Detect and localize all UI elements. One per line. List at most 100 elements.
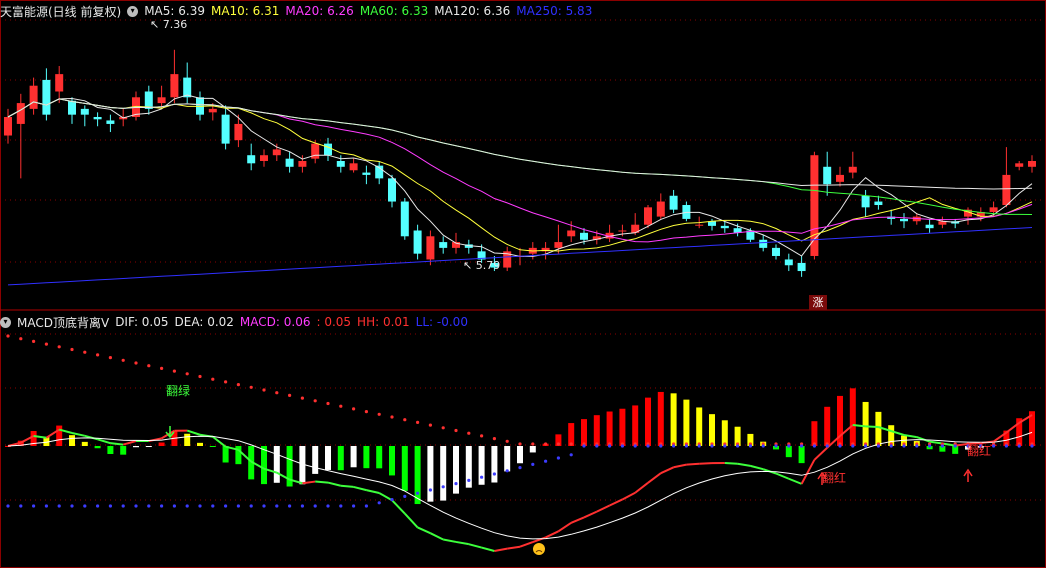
candle-body bbox=[618, 230, 627, 232]
macd-histogram-bar bbox=[94, 446, 101, 449]
ll-dot bbox=[1004, 444, 1009, 448]
ll-dot bbox=[953, 444, 957, 448]
ll-dot bbox=[800, 444, 804, 448]
candle-body bbox=[298, 161, 307, 167]
hh-dot bbox=[83, 350, 87, 354]
chart-canvas[interactable] bbox=[0, 0, 1046, 568]
macd-histogram-bar bbox=[158, 442, 165, 446]
candle-body bbox=[106, 120, 115, 124]
ll-dot bbox=[902, 444, 906, 448]
macd-histogram-bar bbox=[517, 446, 523, 464]
candle-body bbox=[221, 114, 230, 144]
ll-dot bbox=[441, 485, 445, 489]
dif-line-segment bbox=[404, 512, 419, 529]
ma120-line bbox=[7, 98, 1033, 190]
stock-title[interactable]: 天富能源(日线 前复权) bbox=[0, 3, 121, 20]
ma5-line bbox=[7, 94, 1033, 257]
ll-dot bbox=[339, 504, 343, 508]
dif-line-segment bbox=[686, 462, 700, 466]
legend-item: MA60: 6.33 bbox=[359, 4, 429, 18]
macd-histogram-bar bbox=[440, 446, 447, 501]
ll-dot bbox=[108, 504, 112, 508]
dif-line-segment bbox=[455, 540, 469, 546]
indicator-values: DIF: 0.05 DEA: 0.02 MACD: 0.06: 0.05 HH: 0.… bbox=[115, 315, 474, 329]
macd-histogram-bar bbox=[273, 446, 280, 483]
hh-dot bbox=[19, 337, 23, 341]
legend-item: MA10: 6.31 bbox=[210, 4, 280, 18]
candle-body bbox=[183, 77, 192, 98]
ll-dot bbox=[825, 444, 829, 448]
macd-histogram-bar bbox=[427, 446, 434, 502]
macd-histogram-bar bbox=[478, 446, 485, 485]
turn-red-label-2: 翻红 bbox=[967, 444, 992, 458]
hh-dot bbox=[518, 442, 522, 446]
candle-body bbox=[349, 163, 358, 171]
hh-dot bbox=[326, 401, 330, 406]
collapse-icon[interactable]: ▾ bbox=[127, 5, 139, 17]
macd-histogram-bar bbox=[798, 446, 805, 464]
candle-body bbox=[567, 230, 576, 237]
candle-body bbox=[272, 149, 281, 156]
dif-line-segment bbox=[660, 466, 675, 475]
hh-dot bbox=[300, 396, 304, 400]
macd-histogram-bar bbox=[785, 446, 792, 458]
macd-histogram-bar bbox=[619, 408, 626, 446]
ll-dot bbox=[940, 444, 945, 448]
hh-dot bbox=[467, 431, 471, 435]
legend-item: MACD: 0.06 bbox=[239, 315, 311, 329]
legend-item: MA250: 5.83 bbox=[516, 4, 593, 18]
candle-body bbox=[247, 155, 256, 164]
ll-dot bbox=[160, 504, 164, 508]
ll-dot bbox=[57, 504, 61, 508]
ll-dot bbox=[646, 444, 650, 448]
candle-body bbox=[669, 195, 678, 210]
rise-badge[interactable]: 涨 bbox=[809, 295, 827, 310]
ll-dot bbox=[928, 444, 932, 448]
ll-dot bbox=[518, 466, 522, 470]
ll-dot bbox=[723, 444, 727, 448]
ll-dot bbox=[889, 444, 893, 448]
candle-body bbox=[836, 174, 844, 182]
candle-body bbox=[720, 225, 729, 229]
macd-histogram-bar bbox=[56, 425, 63, 446]
macd-histogram-bar bbox=[133, 446, 139, 448]
candle-body bbox=[772, 247, 780, 256]
collapse-icon[interactable]: ▾ bbox=[0, 316, 11, 328]
macd-histogram-bar bbox=[862, 401, 869, 446]
indicator-title[interactable]: MACD顶底背离V bbox=[17, 314, 109, 331]
macd-histogram-bar bbox=[197, 442, 203, 446]
legend-item: DIF: 0.05 bbox=[115, 315, 169, 329]
candle-body bbox=[413, 230, 422, 254]
dif-line-segment bbox=[557, 521, 572, 533]
hh-dot bbox=[262, 388, 266, 392]
macd-histogram-bar bbox=[504, 446, 511, 472]
macd-histogram-bar bbox=[849, 388, 856, 446]
ll-dot bbox=[236, 504, 240, 508]
macd-histogram-bar bbox=[824, 406, 831, 446]
candle-body bbox=[42, 79, 51, 115]
dif-line-segment bbox=[800, 459, 816, 485]
ll-dot bbox=[172, 504, 176, 508]
macd-histogram-bar bbox=[875, 411, 882, 446]
macd-histogram-bar bbox=[683, 399, 690, 446]
hh-dot bbox=[556, 442, 561, 446]
ll-dot bbox=[31, 504, 36, 508]
dif-line-segment bbox=[699, 462, 713, 465]
hh-dot bbox=[147, 364, 151, 368]
ll-dot bbox=[44, 504, 49, 508]
candle-body bbox=[324, 143, 332, 156]
macd-histogram-bar bbox=[209, 446, 216, 447]
dif-line-segment bbox=[647, 472, 662, 484]
ll-dot bbox=[595, 444, 599, 448]
hh-dot bbox=[505, 439, 509, 443]
hh-dot bbox=[249, 385, 253, 389]
macd-histogram-bar bbox=[389, 446, 395, 476]
dif-line-segment bbox=[110, 442, 124, 446]
hh-dot bbox=[544, 442, 548, 446]
ll-dot bbox=[633, 444, 637, 448]
macd-histogram-bar bbox=[325, 446, 331, 470]
dif-line-segment bbox=[519, 541, 534, 548]
candle-body bbox=[170, 74, 179, 98]
dif-line-segment bbox=[788, 477, 802, 485]
hh-dot bbox=[454, 428, 458, 433]
